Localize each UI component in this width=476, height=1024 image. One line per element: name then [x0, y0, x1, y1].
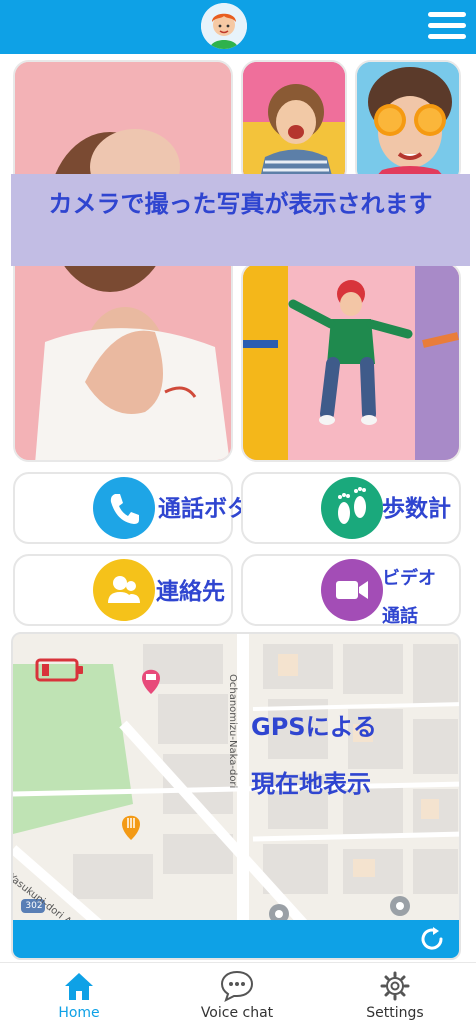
gear-icon: [375, 969, 415, 1003]
gps-label-line2: 現在地表示: [251, 770, 371, 798]
call-button[interactable]: 通話ボタン: [13, 472, 273, 544]
nav-settings-label: Settings: [366, 1005, 424, 1021]
route-number: 302: [25, 901, 43, 911]
map-status-bar: [13, 920, 459, 958]
contacts-icon: [93, 559, 155, 621]
gps-map[interactable]: Ochanomizu-Naka-dori Yasukuni-dori Ave 3…: [11, 632, 461, 960]
phone-icon: [93, 477, 155, 539]
pedometer-label: 歩数計: [382, 496, 451, 522]
street-label-vertical: Ochanomizu-Naka-dori: [227, 674, 238, 789]
app-header: [0, 0, 476, 54]
video-camera-icon: [321, 559, 383, 621]
nav-voice-chat-label: Voice chat: [200, 1005, 274, 1021]
hamburger-menu-icon[interactable]: [428, 10, 466, 42]
photo-placeholder-banner: カメラで撮った写真が表示されます: [11, 174, 470, 266]
gps-label-line1: GPSによる: [251, 713, 377, 741]
refresh-icon[interactable]: [417, 924, 447, 954]
child-avatar-icon[interactable]: [201, 3, 247, 49]
contacts-button[interactable]: 連絡先: [13, 554, 233, 626]
nav-home-label: Home: [58, 1005, 100, 1021]
nav-voice-chat[interactable]: Voice chat: [158, 963, 316, 1024]
video-label-line1: ビデオ: [382, 568, 436, 589]
nav-home[interactable]: Home: [0, 963, 158, 1024]
video-call-button[interactable]: ビデオ 通話: [241, 554, 461, 627]
photo-boy-laughing: [241, 60, 347, 185]
footprints-icon: [321, 477, 383, 539]
bottom-navigation: Home Voice chat Settings: [0, 962, 476, 1024]
chat-bubble-icon: [217, 969, 257, 1003]
photo-girl-jumping: [241, 262, 461, 462]
contacts-label: 連絡先: [156, 579, 225, 605]
banner-text: カメラで撮った写真が表示されます: [48, 190, 433, 218]
battery-low-icon: [35, 658, 85, 682]
pedometer-button[interactable]: 歩数計: [241, 472, 461, 544]
video-label-line2: 通話: [382, 606, 418, 627]
app-root: カメラで撮った写真が表示されます 通話ボタン 歩数計 連絡先 ビデオ 通話 Oc…: [0, 0, 476, 1024]
photo-girl-oranges: [355, 60, 461, 185]
nav-settings[interactable]: Settings: [316, 963, 474, 1024]
home-icon: [59, 969, 99, 1003]
